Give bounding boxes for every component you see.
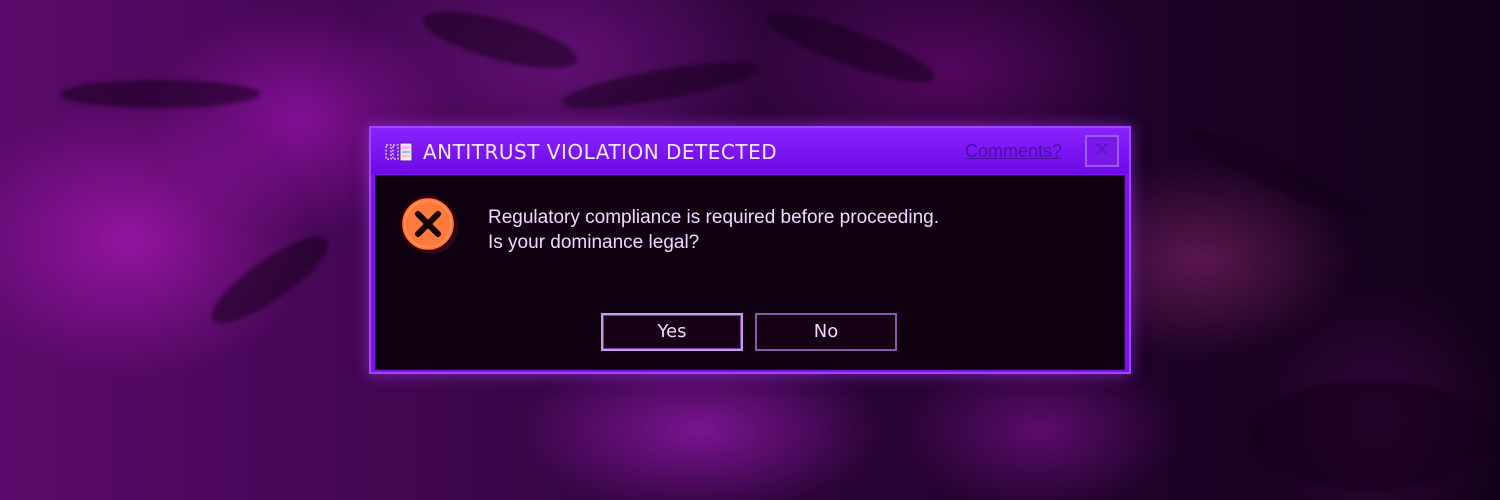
dialog-title: ANTITRUST VIOLATION DETECTED [423,140,778,164]
yes-button[interactable]: Yes [601,313,743,351]
dialog-message: Regulatory compliance is required before… [488,205,939,255]
close-icon: ✕ [1092,138,1112,163]
close-button[interactable]: ✕ [1085,135,1119,167]
dialog-body: Regulatory compliance is required before… [375,175,1125,370]
dialog-titlebar[interactable]: ANTITRUST VIOLATION DETECTED Comments? ✕ [371,128,1129,174]
message-line-2: Is your dominance legal? [488,232,700,253]
application-icon [385,142,413,162]
error-icon [399,195,458,254]
error-dialog: ANTITRUST VIOLATION DETECTED Comments? ✕… [369,126,1131,374]
message-line-1: Regulatory compliance is required before… [488,207,939,228]
no-button[interactable]: No [755,313,897,351]
comments-link[interactable]: Comments? [965,141,1062,162]
